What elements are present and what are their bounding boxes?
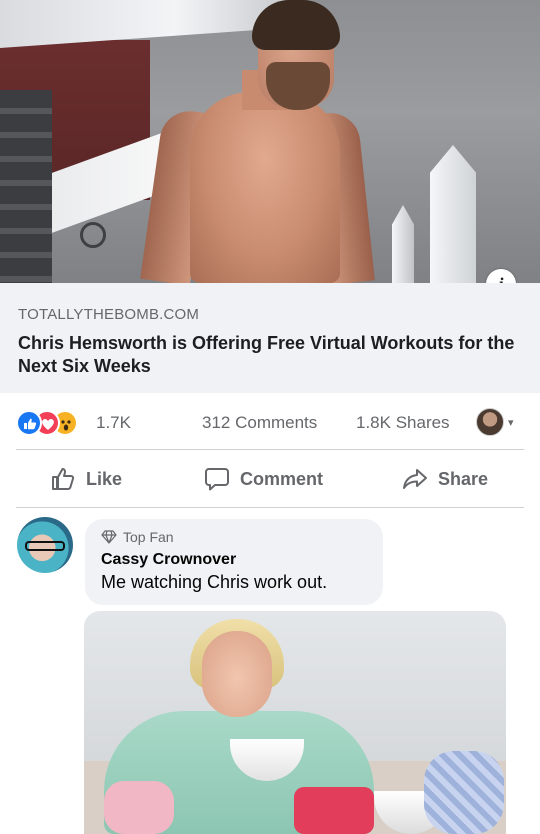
figure-torso bbox=[190, 92, 340, 283]
reactions-summary: 1.7K 312 Comments 1.8K Shares ▾ bbox=[16, 408, 524, 438]
comment-attached-image[interactable] bbox=[84, 611, 506, 834]
comment-button[interactable]: Comment bbox=[204, 453, 323, 505]
commenter-name[interactable]: Cassy Crownover bbox=[101, 551, 367, 569]
top-fan-badge: Top Fan bbox=[101, 529, 367, 545]
share-button[interactable]: Share bbox=[402, 453, 488, 505]
like-button[interactable]: Like bbox=[50, 453, 122, 505]
image-pink-box bbox=[294, 787, 374, 834]
background-pillar bbox=[0, 90, 52, 283]
top-fan-label: Top Fan bbox=[123, 529, 174, 545]
comment-bubble[interactable]: Top Fan Cassy Crownover Me watching Chri… bbox=[85, 519, 383, 605]
comment-text: Me watching Chris work out. bbox=[101, 572, 328, 592]
image-pillow bbox=[424, 751, 504, 834]
share-arrow-icon bbox=[403, 469, 427, 489]
shares-count-link[interactable]: 1.8K Shares bbox=[356, 413, 450, 433]
like-label: Like bbox=[86, 468, 123, 489]
divider bbox=[16, 507, 524, 508]
avatar-glasses bbox=[25, 541, 65, 551]
link-preview-image[interactable] bbox=[0, 0, 540, 283]
like-icon bbox=[16, 410, 42, 436]
speech-bubble-icon bbox=[205, 468, 229, 491]
commenter-avatar[interactable] bbox=[17, 517, 73, 573]
link-headline[interactable]: Chris Hemsworth is Offering Free Virtual… bbox=[18, 332, 522, 378]
background-ring bbox=[80, 222, 106, 248]
reaction-count[interactable]: 1.7K bbox=[96, 413, 131, 433]
chevron-down-icon[interactable]: ▾ bbox=[508, 416, 514, 429]
share-label: Share bbox=[438, 468, 489, 489]
image-pillow bbox=[104, 781, 174, 834]
divider bbox=[16, 449, 524, 450]
thumbs-up-icon bbox=[52, 468, 75, 490]
shirtless-man-figure bbox=[140, 0, 375, 283]
profile-avatar[interactable] bbox=[476, 408, 504, 436]
diamond-icon bbox=[101, 530, 117, 544]
comments-count-link[interactable]: 312 Comments bbox=[202, 413, 317, 433]
link-caption[interactable]: TOTALLYTHEBOMB.COM Chris Hemsworth is Of… bbox=[0, 283, 540, 393]
reaction-icons[interactable] bbox=[16, 410, 92, 436]
figure-hair bbox=[252, 0, 340, 50]
background-crystal bbox=[392, 205, 414, 283]
image-person-face bbox=[202, 631, 272, 717]
background-crystal bbox=[430, 145, 476, 283]
link-domain: TOTALLYTHEBOMB.COM bbox=[18, 306, 200, 323]
post-action-bar: Like Comment Share bbox=[16, 453, 524, 505]
comment-label: Comment bbox=[240, 468, 324, 489]
